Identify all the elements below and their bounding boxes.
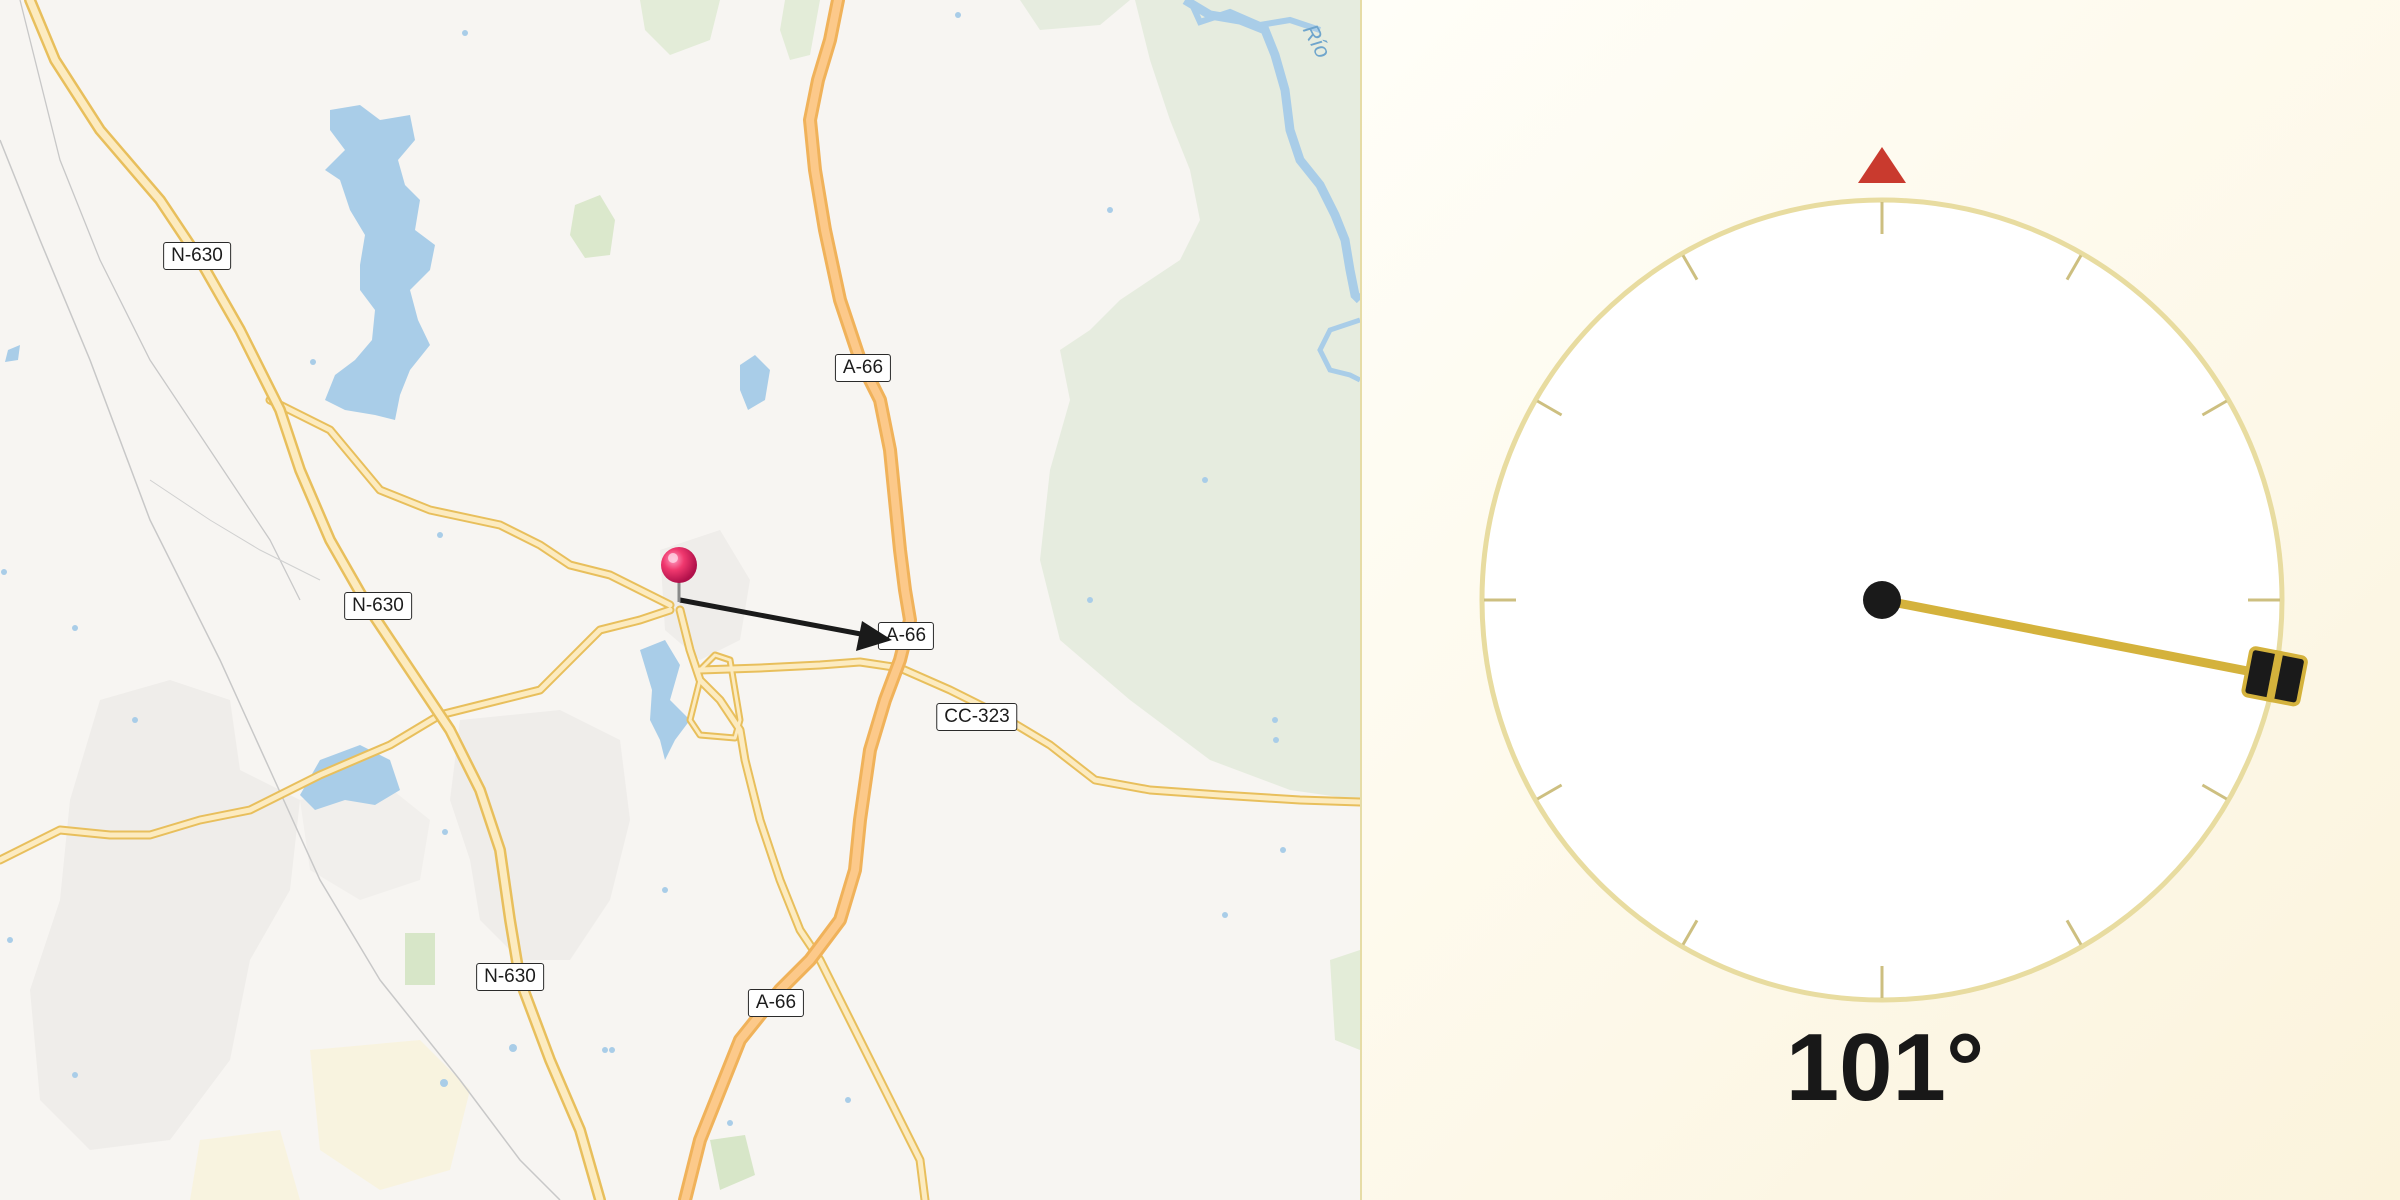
needle-handle[interactable] [2241, 645, 2308, 707]
bearing-readout: 101° [1785, 1014, 1985, 1121]
compass-dial[interactable] [0, 0, 2400, 1200]
north-triangle-icon [1858, 147, 1906, 183]
compass-pivot [1863, 581, 1901, 619]
